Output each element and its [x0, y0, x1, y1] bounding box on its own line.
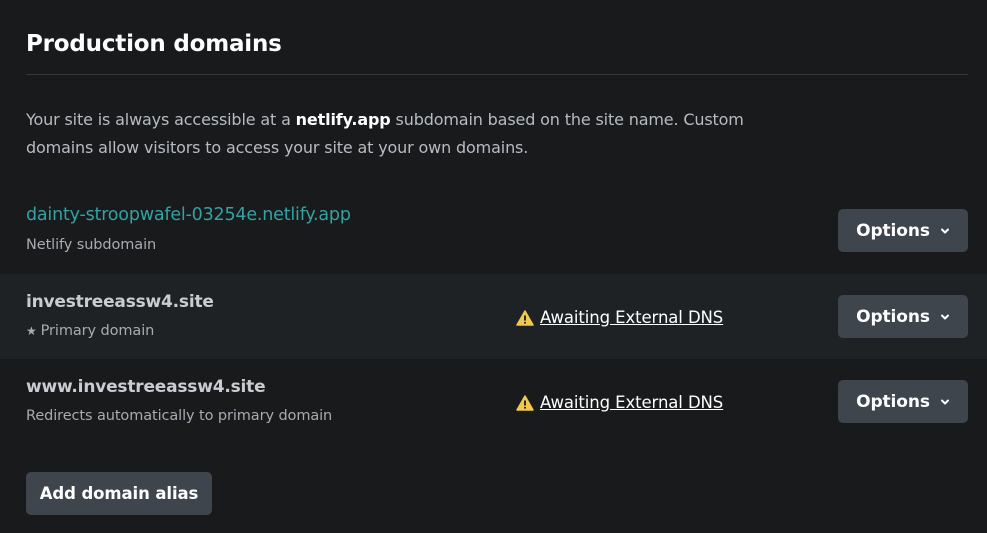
production-domains-card: Production domains Your site is always a…	[0, 0, 987, 533]
domain-name: investreeassw4.site	[26, 292, 214, 312]
star-icon: ★	[26, 324, 37, 338]
dns-status: Awaiting External DNS	[516, 308, 723, 327]
description-text-pre: Your site is always accessible at a	[26, 110, 296, 129]
options-button[interactable]: Options	[838, 295, 968, 338]
options-label: Options	[856, 306, 930, 327]
domain-row-www: www.investreeassw4.site Redirects automa…	[0, 359, 987, 444]
warning-icon	[516, 309, 534, 326]
divider	[26, 74, 968, 75]
description-text-bold: netlify.app	[295, 110, 391, 129]
awaiting-dns-link[interactable]: Awaiting External DNS	[540, 393, 723, 412]
dns-status: Awaiting External DNS	[516, 393, 723, 412]
options-button[interactable]: Options	[838, 380, 968, 423]
chevron-down-icon	[940, 314, 949, 319]
options-label: Options	[856, 220, 930, 241]
domain-subtitle: Redirects automatically to primary domai…	[26, 408, 333, 424]
warning-icon	[516, 394, 534, 411]
domain-subtitle-text: Primary domain	[40, 323, 155, 339]
awaiting-dns-link[interactable]: Awaiting External DNS	[540, 308, 723, 327]
options-label: Options	[856, 391, 930, 412]
section-description: Your site is always accessible at a netl…	[26, 106, 796, 162]
chevron-down-icon	[940, 399, 949, 404]
domain-row-netlify: dainty-stroopwafel-03254e.netlify.app Ne…	[0, 188, 987, 273]
add-domain-alias-button[interactable]: Add domain alias	[26, 472, 212, 515]
netlify-subdomain-link[interactable]: dainty-stroopwafel-03254e.netlify.app	[26, 205, 351, 225]
domain-subtitle: ★ Primary domain	[26, 323, 154, 339]
domain-row-primary: investreeassw4.site ★ Primary domain Awai…	[0, 274, 987, 359]
section-title: Production domains	[26, 31, 282, 57]
domain-name: www.investreeassw4.site	[26, 377, 266, 397]
domain-subtitle: Netlify subdomain	[26, 237, 157, 253]
chevron-down-icon	[940, 228, 949, 233]
options-button[interactable]: Options	[838, 209, 968, 252]
